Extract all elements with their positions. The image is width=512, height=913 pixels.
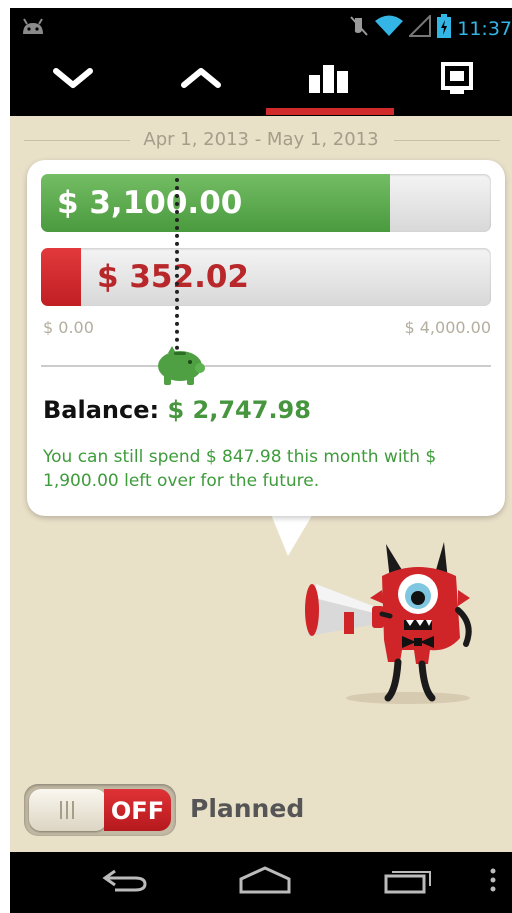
income-bar[interactable]: $ 3,100.00 xyxy=(41,174,491,232)
toggle-grip-line xyxy=(60,801,62,819)
toggle-state-label: OFF xyxy=(110,797,165,825)
overflow-menu-icon xyxy=(490,868,496,897)
chevron-down-icon xyxy=(52,66,94,95)
recent-apps-button[interactable] xyxy=(364,852,454,913)
signal-icon xyxy=(407,13,432,42)
expense-bar-fill xyxy=(41,248,81,306)
expense-bar[interactable]: $ 352.02 xyxy=(41,248,491,306)
overview-tab-button[interactable] xyxy=(266,44,391,116)
chevron-up-icon xyxy=(180,66,222,95)
balance-value: $ 2,747.98 xyxy=(167,396,311,424)
recent-apps-icon xyxy=(383,866,435,899)
budget-summary-card: $ 3,100.00 $ 352.02 $ 0.00 $ 4,000.00 Ba… xyxy=(27,160,505,516)
balance-label: Balance: xyxy=(43,396,160,424)
expense-amount: $ 352.02 xyxy=(97,259,249,295)
status-clock: 11:37 xyxy=(457,17,512,40)
receipt-icon xyxy=(440,61,474,100)
system-navigation-bar xyxy=(10,852,512,913)
back-icon xyxy=(101,867,149,898)
date-range-header: Apr 1, 2013 - May 1, 2013 xyxy=(10,128,512,152)
income-amount: $ 3,100.00 xyxy=(57,185,243,221)
android-notification-icon xyxy=(20,18,46,41)
mute-icon xyxy=(349,15,369,42)
piggy-bank-icon[interactable] xyxy=(152,344,208,393)
date-divider-right xyxy=(394,140,500,141)
back-button[interactable] xyxy=(80,852,170,913)
battery-icon xyxy=(437,14,452,43)
status-bar: 11:37 xyxy=(10,8,512,44)
planned-label: Planned xyxy=(190,794,305,823)
monster-mascot-illustration xyxy=(298,540,484,715)
action-toolbar xyxy=(10,44,512,116)
home-button[interactable] xyxy=(220,852,310,913)
scale-max-label: $ 4,000.00 xyxy=(404,318,491,337)
income-up-button[interactable] xyxy=(138,44,263,116)
wifi-icon xyxy=(375,15,404,42)
scale-min-label: $ 0.00 xyxy=(43,318,94,337)
selected-tab-indicator xyxy=(266,108,394,115)
app-screen: 11:37 Apr 1, 2013 - May 1, 2013 $ 3,100.… xyxy=(10,8,512,913)
planned-toggle[interactable]: OFF xyxy=(24,784,176,836)
balance-marker-line xyxy=(175,178,179,358)
balance-row: Balance: $ 2,747.98 xyxy=(43,396,311,424)
spending-advice-text: You can still spend $ 847.98 this month … xyxy=(43,447,437,491)
toggle-grip-line xyxy=(72,801,74,819)
overflow-menu-button[interactable] xyxy=(478,852,508,913)
expenses-down-button[interactable] xyxy=(10,44,135,116)
balance-track xyxy=(41,365,491,367)
bar-chart-icon xyxy=(307,63,351,98)
toggle-off-state: OFF xyxy=(104,789,171,831)
toggle-grip-line xyxy=(66,801,68,819)
details-button[interactable] xyxy=(394,44,512,116)
home-icon xyxy=(238,866,292,899)
toggle-thumb[interactable] xyxy=(29,789,107,831)
